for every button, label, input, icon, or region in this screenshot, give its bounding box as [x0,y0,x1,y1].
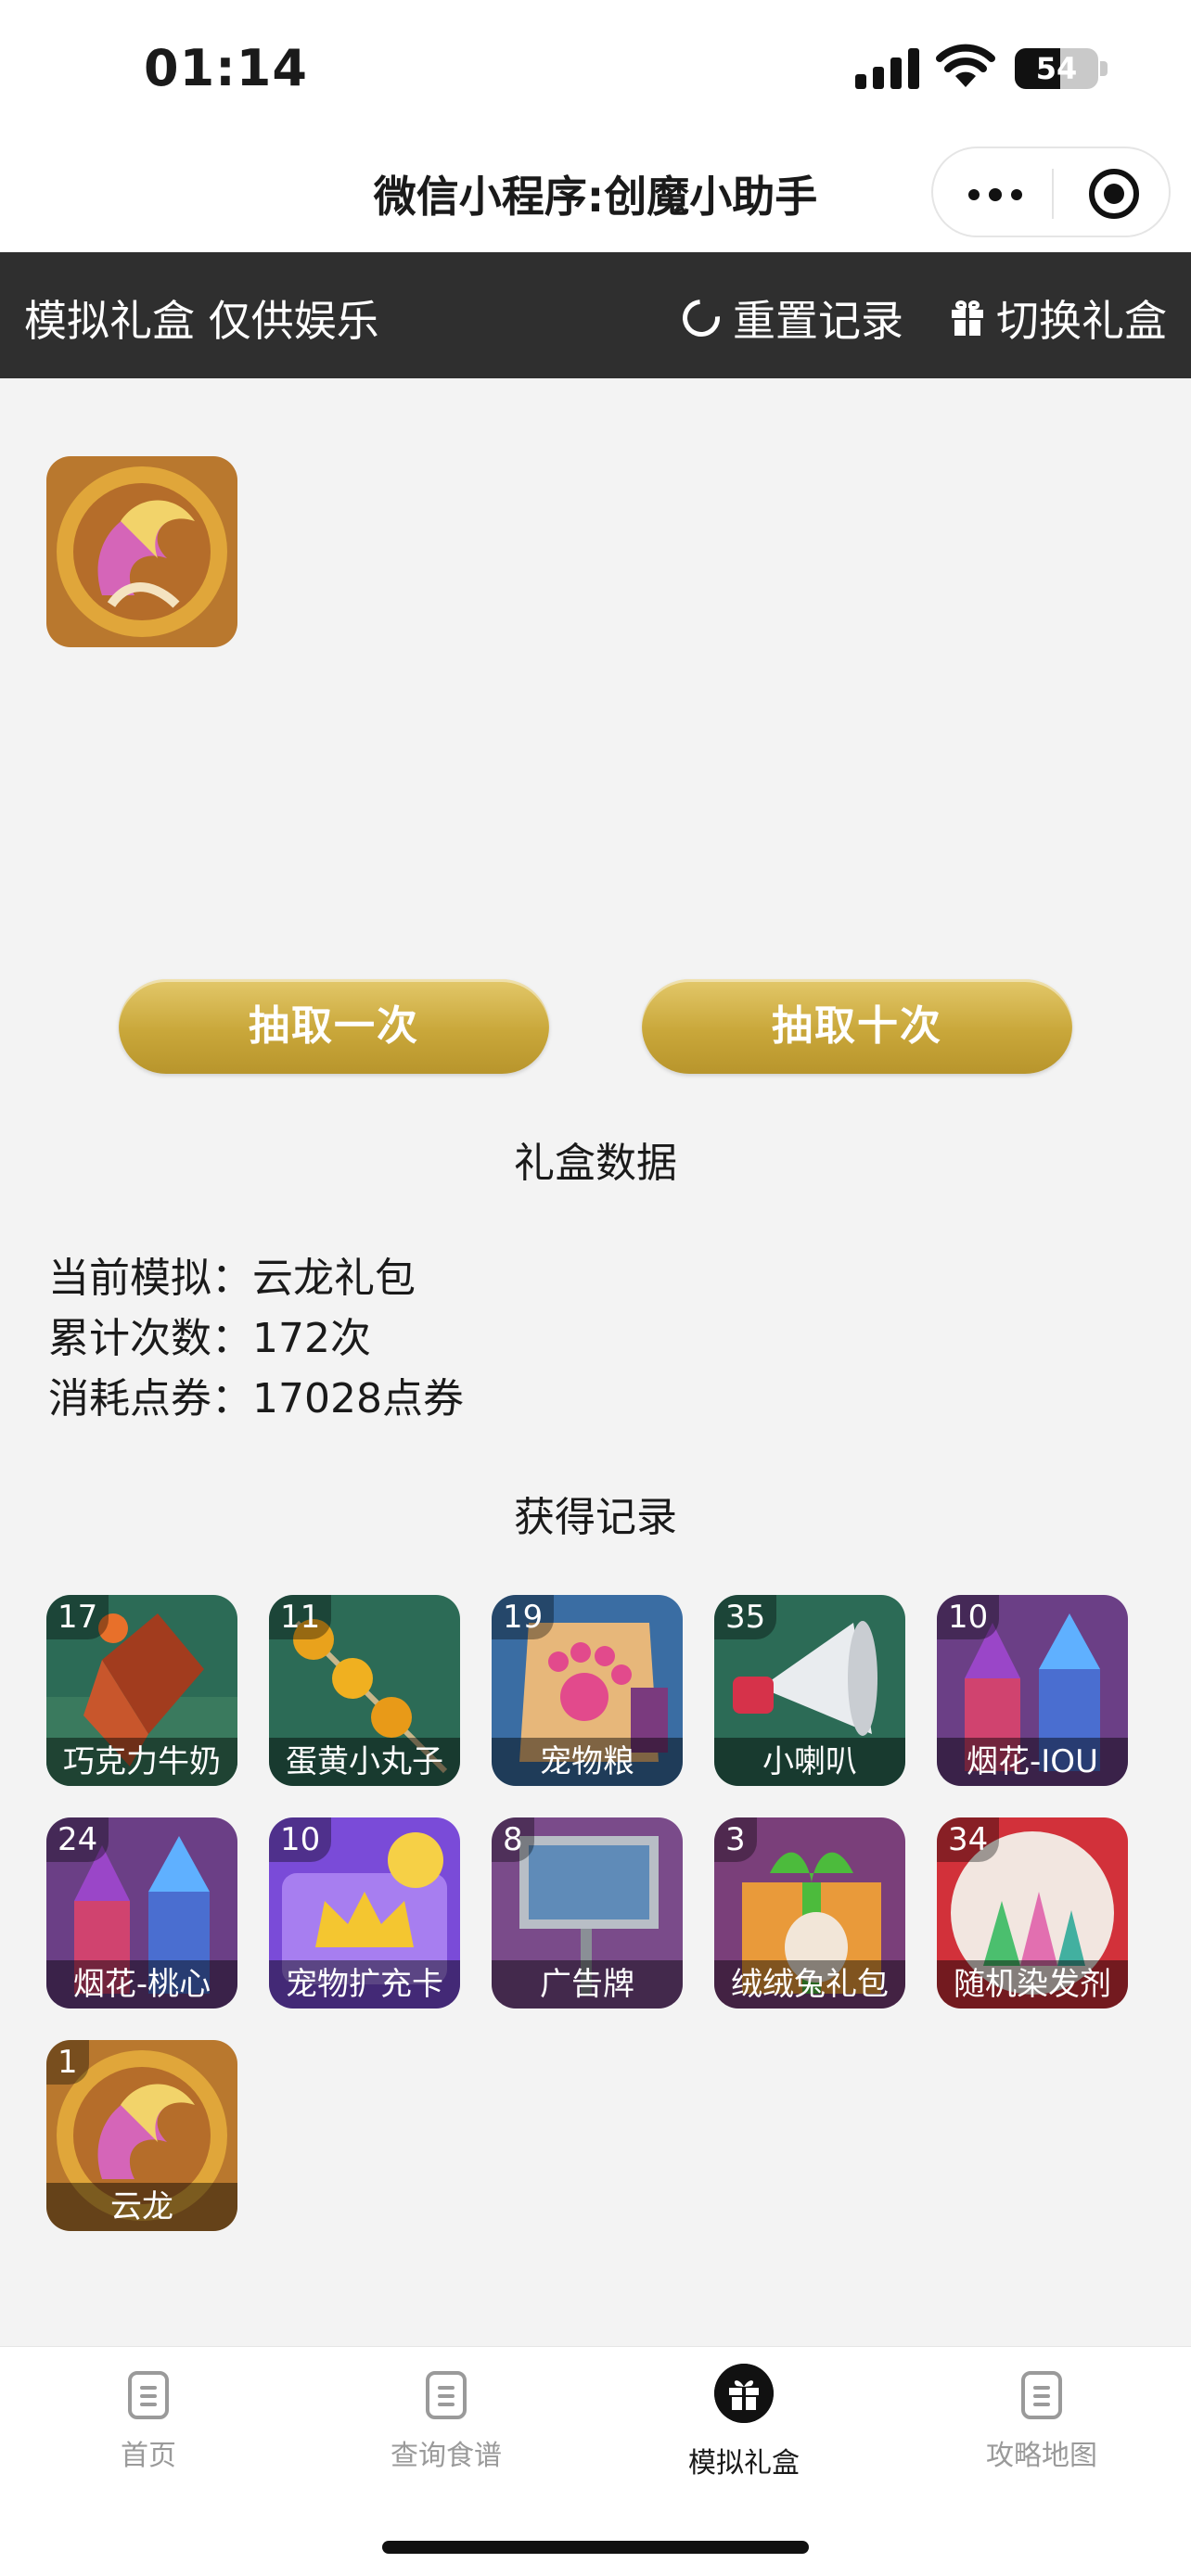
wifi-icon [936,44,995,87]
record-count: 11 [269,1595,332,1639]
record-count: 17 [46,1595,109,1639]
tab-label: 模拟礼盒 [688,2447,800,2480]
record-name: 绒绒兔礼包 [714,1960,905,2009]
home-indicator [382,2541,809,2554]
capsule-menu [931,147,1171,237]
record-count: 10 [937,1595,1000,1639]
record-count: 35 [714,1595,777,1639]
record-count: 8 [492,1817,534,1862]
record-count: 19 [492,1595,555,1639]
battery-level: 54 [1035,51,1078,86]
record-name: 巧克力牛奶 [46,1738,237,1786]
giftbox-data-title: 礼盒数据 [514,1140,677,1187]
record-item[interactable]: 24 烟花-桃心 [46,1817,237,2009]
record-count: 24 [46,1817,109,1862]
record-count: 3 [714,1817,757,1862]
stat-current-label: 当前模拟： [48,1255,252,1302]
gift-icon [952,300,983,336]
record-item[interactable]: 3 绒绒兔礼包 [714,1817,905,2009]
cellular-signal-icon [855,46,920,89]
stat-cost: 消耗点券： 17028点券 [48,1369,464,1429]
battery-cap [1100,61,1108,76]
record-item[interactable]: 17 巧克力牛奶 [46,1595,237,1786]
record-count: 34 [937,1817,1000,1862]
stat-count: 累计次数： 172次 [48,1308,464,1369]
record-item[interactable]: 34 随机染发剂 [937,1817,1128,2009]
draw-ten-button[interactable]: 抽取十次 [642,979,1072,1074]
record-name: 随机染发剂 [937,1960,1128,2009]
gift-icon [714,2364,774,2423]
current-draw-result[interactable] [46,456,237,647]
clock: 01:14 [144,39,308,97]
stat-current: 当前模拟： 云龙礼包 [48,1248,464,1308]
tab-label: 首页 [121,2440,176,2472]
reset-records-label: 重置记录 [733,296,903,346]
tab-recipes[interactable]: 查询食谱 [298,2371,595,2473]
record-item[interactable]: 10 宠物扩充卡 [269,1817,460,2009]
record-name: 广告牌 [492,1960,683,2009]
record-count: 10 [269,1817,332,1862]
record-name: 宠物粮 [492,1738,683,1786]
more-icon[interactable] [968,188,1024,201]
tab-strategy-map[interactable]: 攻略地图 [893,2371,1190,2473]
document-icon [426,2371,467,2419]
record-name: 宠物扩充卡 [269,1960,460,2009]
tab-label: 攻略地图 [986,2440,1097,2472]
tab-label: 查询食谱 [391,2440,502,2472]
reset-records-button[interactable]: 重置记录 [674,287,903,349]
record-name: 小喇叭 [714,1738,905,1786]
record-name: 烟花-IOU [937,1738,1128,1786]
record-item[interactable]: 19 宠物粮 [492,1595,683,1786]
mini-program-header: 微信小程序:创魔小助手 [0,139,1191,252]
switch-giftbox-label: 切换礼盒 [996,296,1167,346]
document-icon [1021,2371,1062,2419]
record-item[interactable]: 10 烟花-IOU [937,1595,1128,1786]
battery-icon: 54 [1015,48,1098,89]
record-name: 蛋黄小丸子 [269,1738,460,1786]
capsule-divider [1052,169,1054,219]
record-item[interactable]: 35 小喇叭 [714,1595,905,1786]
record-item[interactable]: 8 广告牌 [492,1817,683,2009]
tab-home[interactable]: 首页 [0,2371,297,2473]
cloud-dragon-icon [46,456,237,647]
stat-cost-label: 消耗点券： [48,1375,252,1422]
page: 01:14 54 微信小程序:创魔小助手 模拟礼盒 仅供娱乐 重置记录 切换礼盒… [0,0,1191,2576]
record-item[interactable]: 11 蛋黄小丸子 [269,1595,460,1786]
records-title: 获得记录 [514,1494,677,1541]
draw-once-button[interactable]: 抽取一次 [119,979,549,1074]
stat-cost-value: 17028点券 [252,1375,464,1422]
record-name: 烟花-桃心 [46,1960,237,2009]
tab-giftbox[interactable]: 模拟礼盒 [596,2364,892,2480]
toolbar-label: 模拟礼盒 仅供娱乐 [24,296,379,346]
refresh-icon [674,291,728,345]
document-icon [128,2371,169,2419]
record-name: 云龙 [46,2183,237,2231]
switch-giftbox-button[interactable]: 切换礼盒 [952,287,1167,349]
simulator-toolbar: 模拟礼盒 仅供娱乐 重置记录 切换礼盒 [0,252,1191,378]
record-count: 1 [46,2040,89,2085]
stat-current-value: 云龙礼包 [252,1255,416,1302]
target-icon[interactable] [1089,169,1139,219]
status-bar: 01:14 54 [0,0,1191,139]
stat-count-label: 累计次数： [48,1315,252,1362]
stat-count-value: 172次 [252,1315,371,1362]
record-item[interactable]: 1 云龙 [46,2040,237,2231]
giftbox-stats: 当前模拟： 云龙礼包 累计次数： 172次 消耗点券： 17028点券 [48,1248,464,1429]
